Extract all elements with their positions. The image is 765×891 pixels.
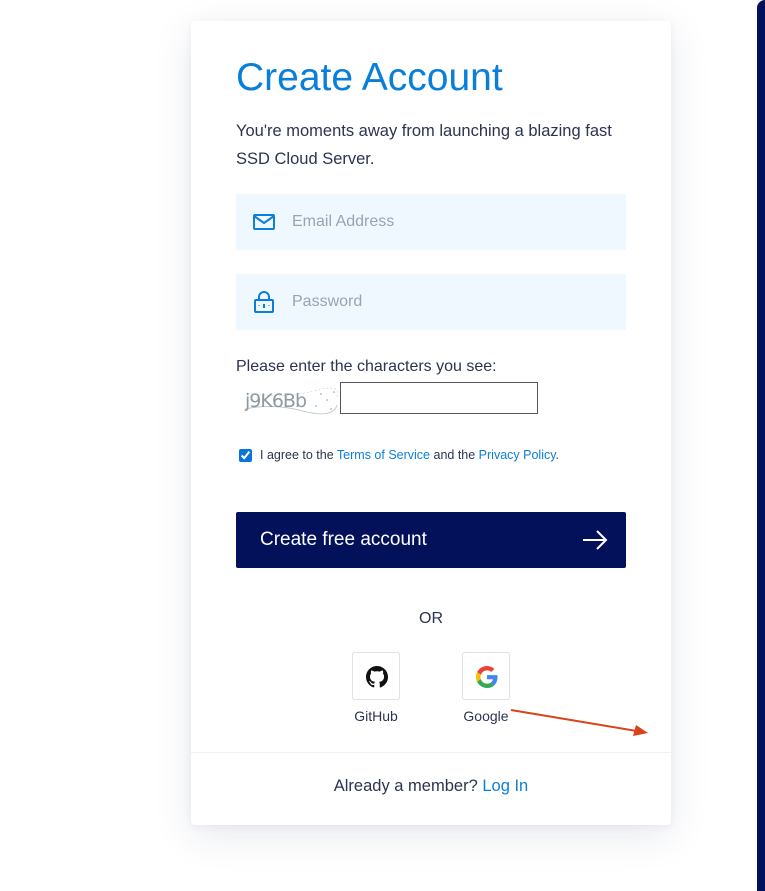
github-icon [366,666,388,688]
login-prompt: Already a member? Log In [191,777,671,796]
captcha-image: j9K6Bb [244,387,339,415]
password-input[interactable] [292,274,612,330]
google-button[interactable] [462,652,510,700]
terms-prefix: I agree to the [260,448,337,462]
page-title: Create Account [236,56,503,99]
github-login: GitHub [336,652,416,724]
terms-row: I agree to the Terms of Service and the … [239,448,559,462]
terms-text: I agree to the Terms of Service and the … [260,448,559,462]
github-button[interactable] [352,652,400,700]
terms-suffix: . [555,448,560,462]
password-field-container [236,274,626,330]
terms-of-service-link[interactable]: Terms of Service [337,448,430,462]
window-edge [757,0,765,891]
email-field-container [236,194,626,250]
captcha-label: Please enter the characters you see: [236,358,497,375]
subtitle: You're moments away from launching a bla… [236,122,612,168]
captcha-input[interactable] [340,382,538,414]
login-link[interactable]: Log In [482,777,528,795]
create-account-button[interactable]: Create free account [236,512,626,568]
terms-middle: and the [430,448,479,462]
create-account-label: Create free account [260,529,427,550]
google-icon [476,666,498,688]
envelope-icon [253,214,275,230]
github-label: GitHub [354,708,398,724]
footer-divider [191,752,671,753]
captcha-text: j9K6Bb [244,390,307,412]
lock-icon [254,291,274,313]
email-input[interactable] [292,194,612,250]
terms-checkbox[interactable] [239,448,252,462]
or-separator: OR [419,610,443,627]
arrow-right-icon [583,530,608,550]
privacy-policy-link[interactable]: Privacy Policy [479,448,556,462]
page: Create Account You're moments away from … [0,0,765,891]
login-prompt-text: Already a member? [333,777,483,795]
annotation-arrow-icon [510,709,648,736]
